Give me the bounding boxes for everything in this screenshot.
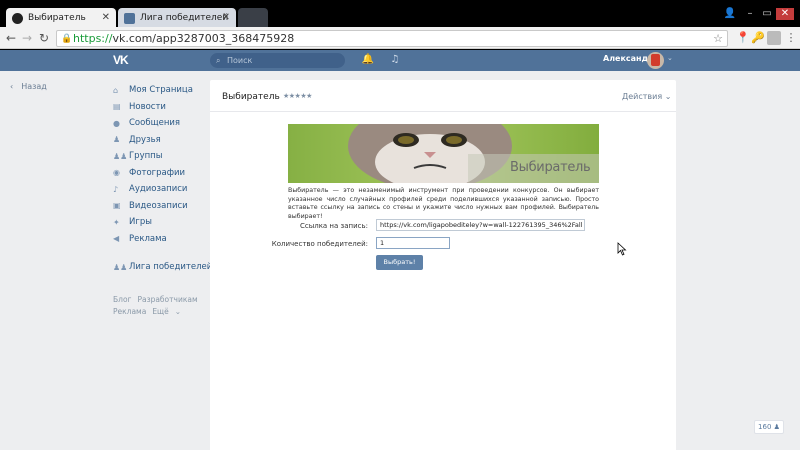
chevron-left-icon: ‹ — [10, 82, 14, 91]
count-input[interactable]: 1 — [376, 237, 450, 249]
tab-label: Выбиратель — [28, 13, 86, 23]
close-window-button[interactable]: ✕ — [776, 8, 794, 20]
online-count: 160 — [758, 423, 772, 431]
menu-item-label: Новости — [129, 101, 166, 112]
photo-icon: ◉ — [113, 168, 120, 178]
menu-item-news[interactable]: ▤ Новости — [113, 99, 213, 116]
left-menu: ⌂ Моя Страница ▤ Новости ● Сообщения ♟ Д… — [113, 82, 213, 276]
choose-button[interactable]: Выбрать! — [376, 255, 423, 270]
tab-liga[interactable]: Лига победителей ✕ — [118, 8, 236, 28]
count-label: Количество победителей: — [271, 240, 368, 248]
lock-icon: 🔒 — [61, 34, 73, 44]
menu-item-label: Игры — [129, 217, 152, 228]
back-link[interactable]: ‹ Назад — [10, 82, 47, 91]
app-description: Выбиратель — это незаменимый инструмент … — [288, 187, 599, 220]
reload-icon[interactable]: ↻ — [37, 30, 51, 46]
menu-item-label: Лига победителей — [129, 262, 213, 273]
menu-item-label: Аудиозаписи — [129, 184, 188, 195]
chevron-down-icon: ⌄ — [174, 307, 182, 316]
back-arrow-icon[interactable]: ← — [4, 30, 18, 46]
vk-page: VK ⌕ Поиск 🔔 ♫ Александр ⌄ ‹ Назад ⌂ Моя … — [0, 50, 800, 450]
search-placeholder: Поиск — [227, 56, 253, 65]
user-icon[interactable]: 👤 — [722, 8, 738, 20]
search-input[interactable]: ⌕ Поиск — [210, 53, 345, 68]
menu-item-label: Моя Страница — [129, 85, 193, 96]
browser-toolbar: ← → ↻ 🔒 https://vk.com/app3287003_368475… — [0, 27, 800, 49]
menu-item-label: Сообщения — [129, 118, 181, 129]
menu-item-label: Видеозаписи — [129, 200, 188, 211]
link-input[interactable]: https://vk.com/ligapobediteley?w=wall-12… — [376, 219, 585, 231]
menu-item-games[interactable]: ✦ Игры — [113, 214, 213, 231]
maximize-button[interactable]: ▭ — [759, 8, 775, 20]
menu-item-ads[interactable]: ◀ Реклама — [113, 231, 213, 248]
url-scheme: https:// — [73, 32, 113, 45]
vk-header: VK ⌕ Поиск 🔔 ♫ Александр ⌄ — [0, 50, 800, 71]
games-icon: ✦ — [113, 217, 120, 227]
footer-link-dev[interactable]: Разработчикам — [137, 295, 197, 304]
ads-icon: ◀ — [113, 234, 120, 244]
close-icon[interactable]: ✕ — [102, 12, 110, 23]
messages-icon: ● — [113, 118, 120, 128]
close-icon[interactable]: ✕ — [222, 12, 230, 23]
menu-item-label: Друзья — [129, 134, 161, 145]
home-icon: ⌂ — [113, 85, 119, 95]
footer-link-more[interactable]: Ещё — [152, 307, 168, 316]
menu-item-label: Группы — [129, 151, 163, 162]
actions-dropdown[interactable]: Действия ⌄ — [622, 92, 671, 101]
address-bar[interactable]: 🔒 https://vk.com/app3287003_368475928 ☆ — [56, 30, 728, 47]
app-banner: Выбиратель — [288, 124, 599, 183]
back-label: Назад — [21, 82, 47, 91]
search-icon: ⌕ — [216, 56, 221, 65]
menu-item-label: Реклама — [129, 233, 167, 244]
key-icon[interactable]: 🔑 — [751, 31, 765, 45]
actions-label: Действия — [622, 92, 663, 101]
minimize-button[interactable]: – — [742, 8, 758, 20]
music-icon: ♪ — [113, 184, 119, 194]
link-label: Ссылка на запись: — [299, 222, 368, 230]
news-icon: ▤ — [113, 102, 121, 112]
footer-link-blog[interactable]: Блог — [113, 295, 131, 304]
music-icon[interactable]: ♫ — [388, 53, 402, 67]
menu-item-audio[interactable]: ♪ Аудиозаписи — [113, 181, 213, 198]
footer-link-ads[interactable]: Реклама — [113, 307, 146, 316]
app-header: Выбиратель ★★★★★ Действия ⌄ — [210, 80, 676, 112]
video-icon: ▣ — [113, 201, 121, 211]
menu-item-messages[interactable]: ● Сообщения — [113, 115, 213, 132]
app-panel: Выбиратель ★★★★★ Действия ⌄ Выбиратель В… — [210, 80, 676, 450]
url-text: vk.com/app3287003_368475928 — [112, 32, 295, 45]
mouse-cursor-icon — [617, 242, 627, 256]
menu-item-photos[interactable]: ◉ Фотографии — [113, 165, 213, 182]
app-rating: ★★★★★ — [283, 92, 312, 100]
menu-item-my-page[interactable]: ⌂ Моя Страница — [113, 82, 213, 99]
browser-tab-bar: Выбиратель ✕ Лига победителей ✕ 👤 – ▭ ✕ — [0, 0, 800, 28]
chevron-down-icon[interactable]: ⌄ — [667, 54, 673, 62]
online-friends-badge[interactable]: 160 ♟ — [754, 420, 784, 434]
groups-icon: ♟♟ — [113, 151, 128, 161]
bookmark-star-icon[interactable]: ☆ — [713, 31, 723, 46]
footer-links: Блог Разработчикам Реклама Ещё ⌄ — [113, 294, 213, 318]
app-title: Выбиратель — [222, 92, 280, 102]
extension-icon[interactable] — [767, 31, 781, 45]
vk-logo[interactable]: VK — [113, 53, 133, 67]
menu-item-groups[interactable]: ♟♟ Группы — [113, 148, 213, 165]
menu-icon[interactable]: ⋮ — [784, 31, 798, 45]
menu-item-label: Фотографии — [129, 167, 186, 178]
new-tab-button[interactable] — [238, 8, 268, 28]
bell-icon[interactable]: 🔔 — [361, 53, 375, 67]
avatar[interactable] — [647, 52, 664, 69]
forward-arrow-icon[interactable]: → — [20, 30, 34, 46]
friend-icon: ♟ — [113, 135, 121, 145]
chevron-down-icon: ⌄ — [664, 92, 672, 101]
group-icon: ♟♟ — [113, 262, 128, 272]
menu-item-liga[interactable]: ♟♟ Лига победителей — [113, 259, 213, 276]
menu-item-friends[interactable]: ♟ Друзья — [113, 132, 213, 149]
menu-item-video[interactable]: ▣ Видеозаписи — [113, 198, 213, 215]
tab-label: Лига победителей — [140, 13, 229, 23]
banner-title: Выбиратель — [510, 160, 591, 175]
paw-icon — [12, 12, 23, 24]
pin-icon[interactable]: 📍 — [736, 31, 750, 45]
tab-vybiratel[interactable]: Выбиратель ✕ — [6, 8, 116, 28]
user-icon: ♟ — [773, 423, 780, 431]
vk-icon — [124, 12, 135, 24]
